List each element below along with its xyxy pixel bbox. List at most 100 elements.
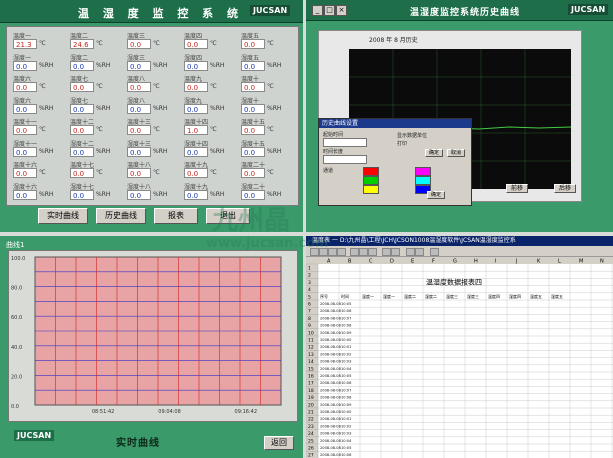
y-tick-label: 40.0 — [11, 345, 22, 351]
logo: JUCSAN — [250, 5, 291, 16]
report-title: 温湿度数据报表四 — [426, 277, 482, 286]
maximize-icon[interactable]: □ — [324, 5, 335, 16]
x-tick-label: 08:51:42 — [92, 409, 114, 415]
print-icon[interactable] — [337, 248, 346, 256]
start-time-field[interactable] — [323, 138, 367, 147]
row-number: 20 — [308, 402, 314, 408]
cell-date: 2008-08-08 — [320, 360, 342, 364]
minimize-icon[interactable]: _ — [312, 5, 323, 16]
copy-icon[interactable] — [359, 248, 368, 256]
row-number: 9 — [308, 323, 311, 329]
sensor-value: 0.0 — [184, 146, 208, 157]
cell-date: 2008-08-08 — [320, 453, 342, 457]
sensor-unit: %RH — [153, 61, 168, 69]
move-forward-button[interactable]: 后移 — [554, 184, 576, 193]
move-back-button[interactable]: 前移 — [506, 184, 528, 193]
sensor-unit: %RH — [153, 104, 168, 112]
sensor-value: 0.0 — [70, 146, 94, 157]
column-letter: B — [348, 259, 352, 265]
report-spreadsheet-window: 温度表 一 D:\九州晶\工程\JCH\JCSON1008温湿度软件\JCSAN… — [306, 236, 613, 458]
cell-time: 10:01 — [341, 417, 351, 421]
sheet-grid[interactable]: A B C D E F G H I J K L M N 1 2 3 4 5 6 7 8 9 10 11 12 13 14 15 16 17 1… — [306, 257, 613, 458]
color-swatch[interactable] — [363, 176, 379, 185]
chart-icon[interactable] — [430, 248, 439, 256]
realtime-chart-svg: 100.0 80.0 60.0 40.0 20.0 0.0 08:51:42 09:04:0… — [11, 256, 282, 415]
x-tick-label: 09:16:42 — [235, 409, 257, 415]
sensor-unit: %RH — [210, 61, 225, 69]
row-number: 12 — [308, 345, 314, 351]
sensor-unit: ℃ — [267, 40, 274, 47]
sensor-value: 0.0 — [241, 189, 265, 200]
cell-date: 2008-08-08 — [320, 352, 342, 356]
cancel-button[interactable]: 取消 — [447, 149, 465, 157]
header-cell: 温度五 — [530, 293, 542, 299]
color-swatch[interactable] — [363, 167, 379, 176]
color-swatch[interactable] — [415, 176, 431, 185]
sensor-cell: 湿度二十 0.0 %RH — [241, 182, 291, 208]
title-bar: 温 湿 度 监 控 系 统 JUCSAN — [0, 0, 303, 23]
row-number: 5 — [308, 294, 311, 300]
row-number: 7 — [308, 309, 311, 315]
window-title: 温湿度监控系统历史曲线 — [410, 8, 521, 18]
color-swatch[interactable] — [415, 167, 431, 176]
realtime-curve-button[interactable]: 实时曲线 — [38, 208, 88, 224]
header-cell: 湿度二 — [425, 293, 437, 299]
sensor-unit: %RH — [210, 190, 225, 198]
report-button[interactable]: 报表 — [154, 208, 198, 224]
undo-icon[interactable] — [382, 248, 391, 256]
sensor-unit: %RH — [153, 147, 168, 155]
row-number: 11 — [308, 338, 314, 344]
cell-date: 2008-08-08 — [320, 424, 342, 428]
row-number: 4 — [308, 287, 311, 293]
back-button[interactable]: 返回 — [264, 436, 294, 450]
cell-time: 10:06 — [341, 381, 352, 385]
sensor-unit: ℃ — [153, 83, 160, 90]
sensor-unit: %RH — [267, 61, 282, 69]
save-icon[interactable] — [328, 248, 337, 256]
cell-time: 10:02 — [341, 352, 351, 356]
new-icon[interactable] — [310, 248, 319, 256]
redo-icon[interactable] — [391, 248, 400, 256]
unit-option[interactable]: 显示数据单位 — [397, 132, 427, 139]
sensor-unit: %RH — [39, 190, 54, 198]
sensor-unit: ℃ — [210, 83, 217, 90]
sensor-unit: ℃ — [39, 40, 46, 47]
color-swatch[interactable] — [363, 185, 379, 194]
header-cell: 温度三 — [446, 293, 458, 299]
sensor-unit: ℃ — [96, 40, 103, 47]
row-number: 6 — [308, 302, 311, 308]
header-cell: 时间 — [341, 293, 349, 299]
cell-time: 10:08 — [341, 324, 352, 328]
cell-date: 2008-08-08 — [320, 302, 342, 306]
cell-time: 10:00 — [341, 410, 352, 414]
column-letter: C — [369, 259, 373, 265]
header-cell: 温度二 — [404, 293, 416, 299]
sensor-value: 0.0 — [241, 168, 265, 178]
sensor-value: 21.3 — [13, 39, 37, 49]
dialog-ok-button-2[interactable]: 确定 — [427, 191, 445, 199]
sensor-value: 24.6 — [70, 39, 94, 49]
close-icon[interactable]: × — [336, 5, 347, 16]
history-curve-button[interactable]: 历史曲线 — [96, 208, 146, 224]
sensor-value: 0.0 — [241, 39, 265, 49]
sum-icon[interactable] — [406, 248, 415, 256]
paste-icon[interactable] — [368, 248, 377, 256]
duration-field[interactable] — [323, 155, 367, 164]
open-icon[interactable] — [319, 248, 328, 256]
curve-caption: 实时曲线 — [116, 438, 160, 449]
cell-time: 10:06 — [341, 309, 352, 313]
row-number: 17 — [308, 381, 314, 387]
cell-time: 10:09 — [341, 331, 352, 335]
sensor-value: 0.0 — [241, 60, 265, 71]
ok-button[interactable]: 确定 — [425, 149, 443, 157]
print-option[interactable]: 打印 — [397, 140, 407, 147]
column-letter: I — [495, 259, 496, 265]
cell-date: 2008-08-08 — [320, 381, 342, 385]
column-letter: H — [474, 259, 478, 265]
sensor-unit: %RH — [96, 190, 111, 198]
cell-date: 2008-08-08 — [320, 345, 342, 349]
exit-button[interactable]: 退出 — [206, 208, 250, 224]
sort-icon[interactable] — [415, 248, 424, 256]
sensor-value: 0.0 — [13, 168, 37, 178]
cut-icon[interactable] — [350, 248, 359, 256]
